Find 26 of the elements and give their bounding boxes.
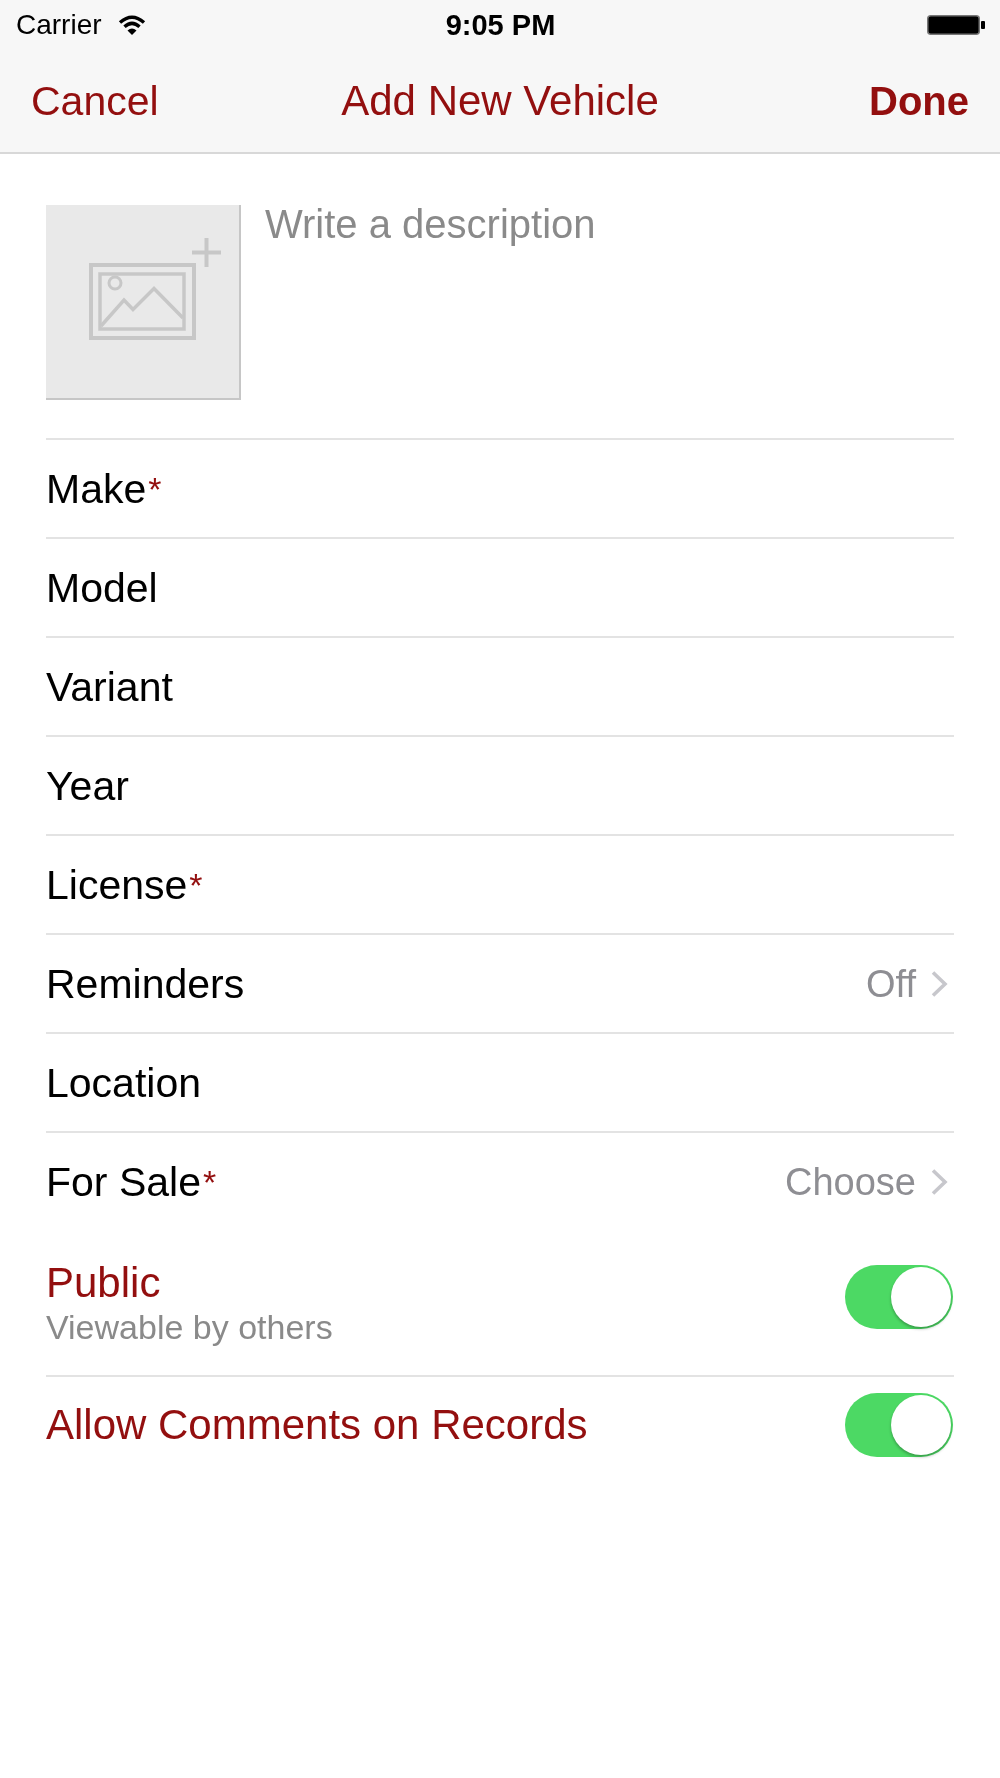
description-field[interactable]: Write a description (265, 200, 954, 400)
field-label: Location (46, 1058, 201, 1107)
battery-icon (927, 15, 985, 35)
field-label: For Sale (46, 1157, 201, 1206)
field-label: Model (46, 563, 158, 612)
screen-title: Add New Vehicle (341, 77, 659, 125)
chevron-icon (930, 969, 948, 998)
field-label: Variant (46, 662, 173, 711)
add-photo-button[interactable] (46, 205, 241, 400)
wifi-icon (117, 15, 146, 35)
required-mark: * (148, 468, 162, 510)
required-mark: * (202, 1161, 217, 1203)
clock-time: 9:05 PM (445, 9, 556, 41)
field-label: Reminders (46, 959, 245, 1008)
setting-title: Allow Comments on Records (46, 1400, 588, 1449)
required-mark: * (189, 864, 203, 906)
field-label: Make (46, 464, 147, 513)
setting-description: Viewable by others (46, 1306, 333, 1347)
chevron-icon (930, 1167, 948, 1196)
cancel-button[interactable]: Cancel (31, 77, 159, 125)
done-button[interactable]: Done (869, 77, 969, 125)
setting-title: Public (46, 1258, 161, 1307)
carrier-name: Carrier (16, 9, 102, 41)
field-label: Year (46, 761, 129, 810)
image-plus-icon (89, 238, 221, 340)
field-label: License (46, 860, 188, 909)
